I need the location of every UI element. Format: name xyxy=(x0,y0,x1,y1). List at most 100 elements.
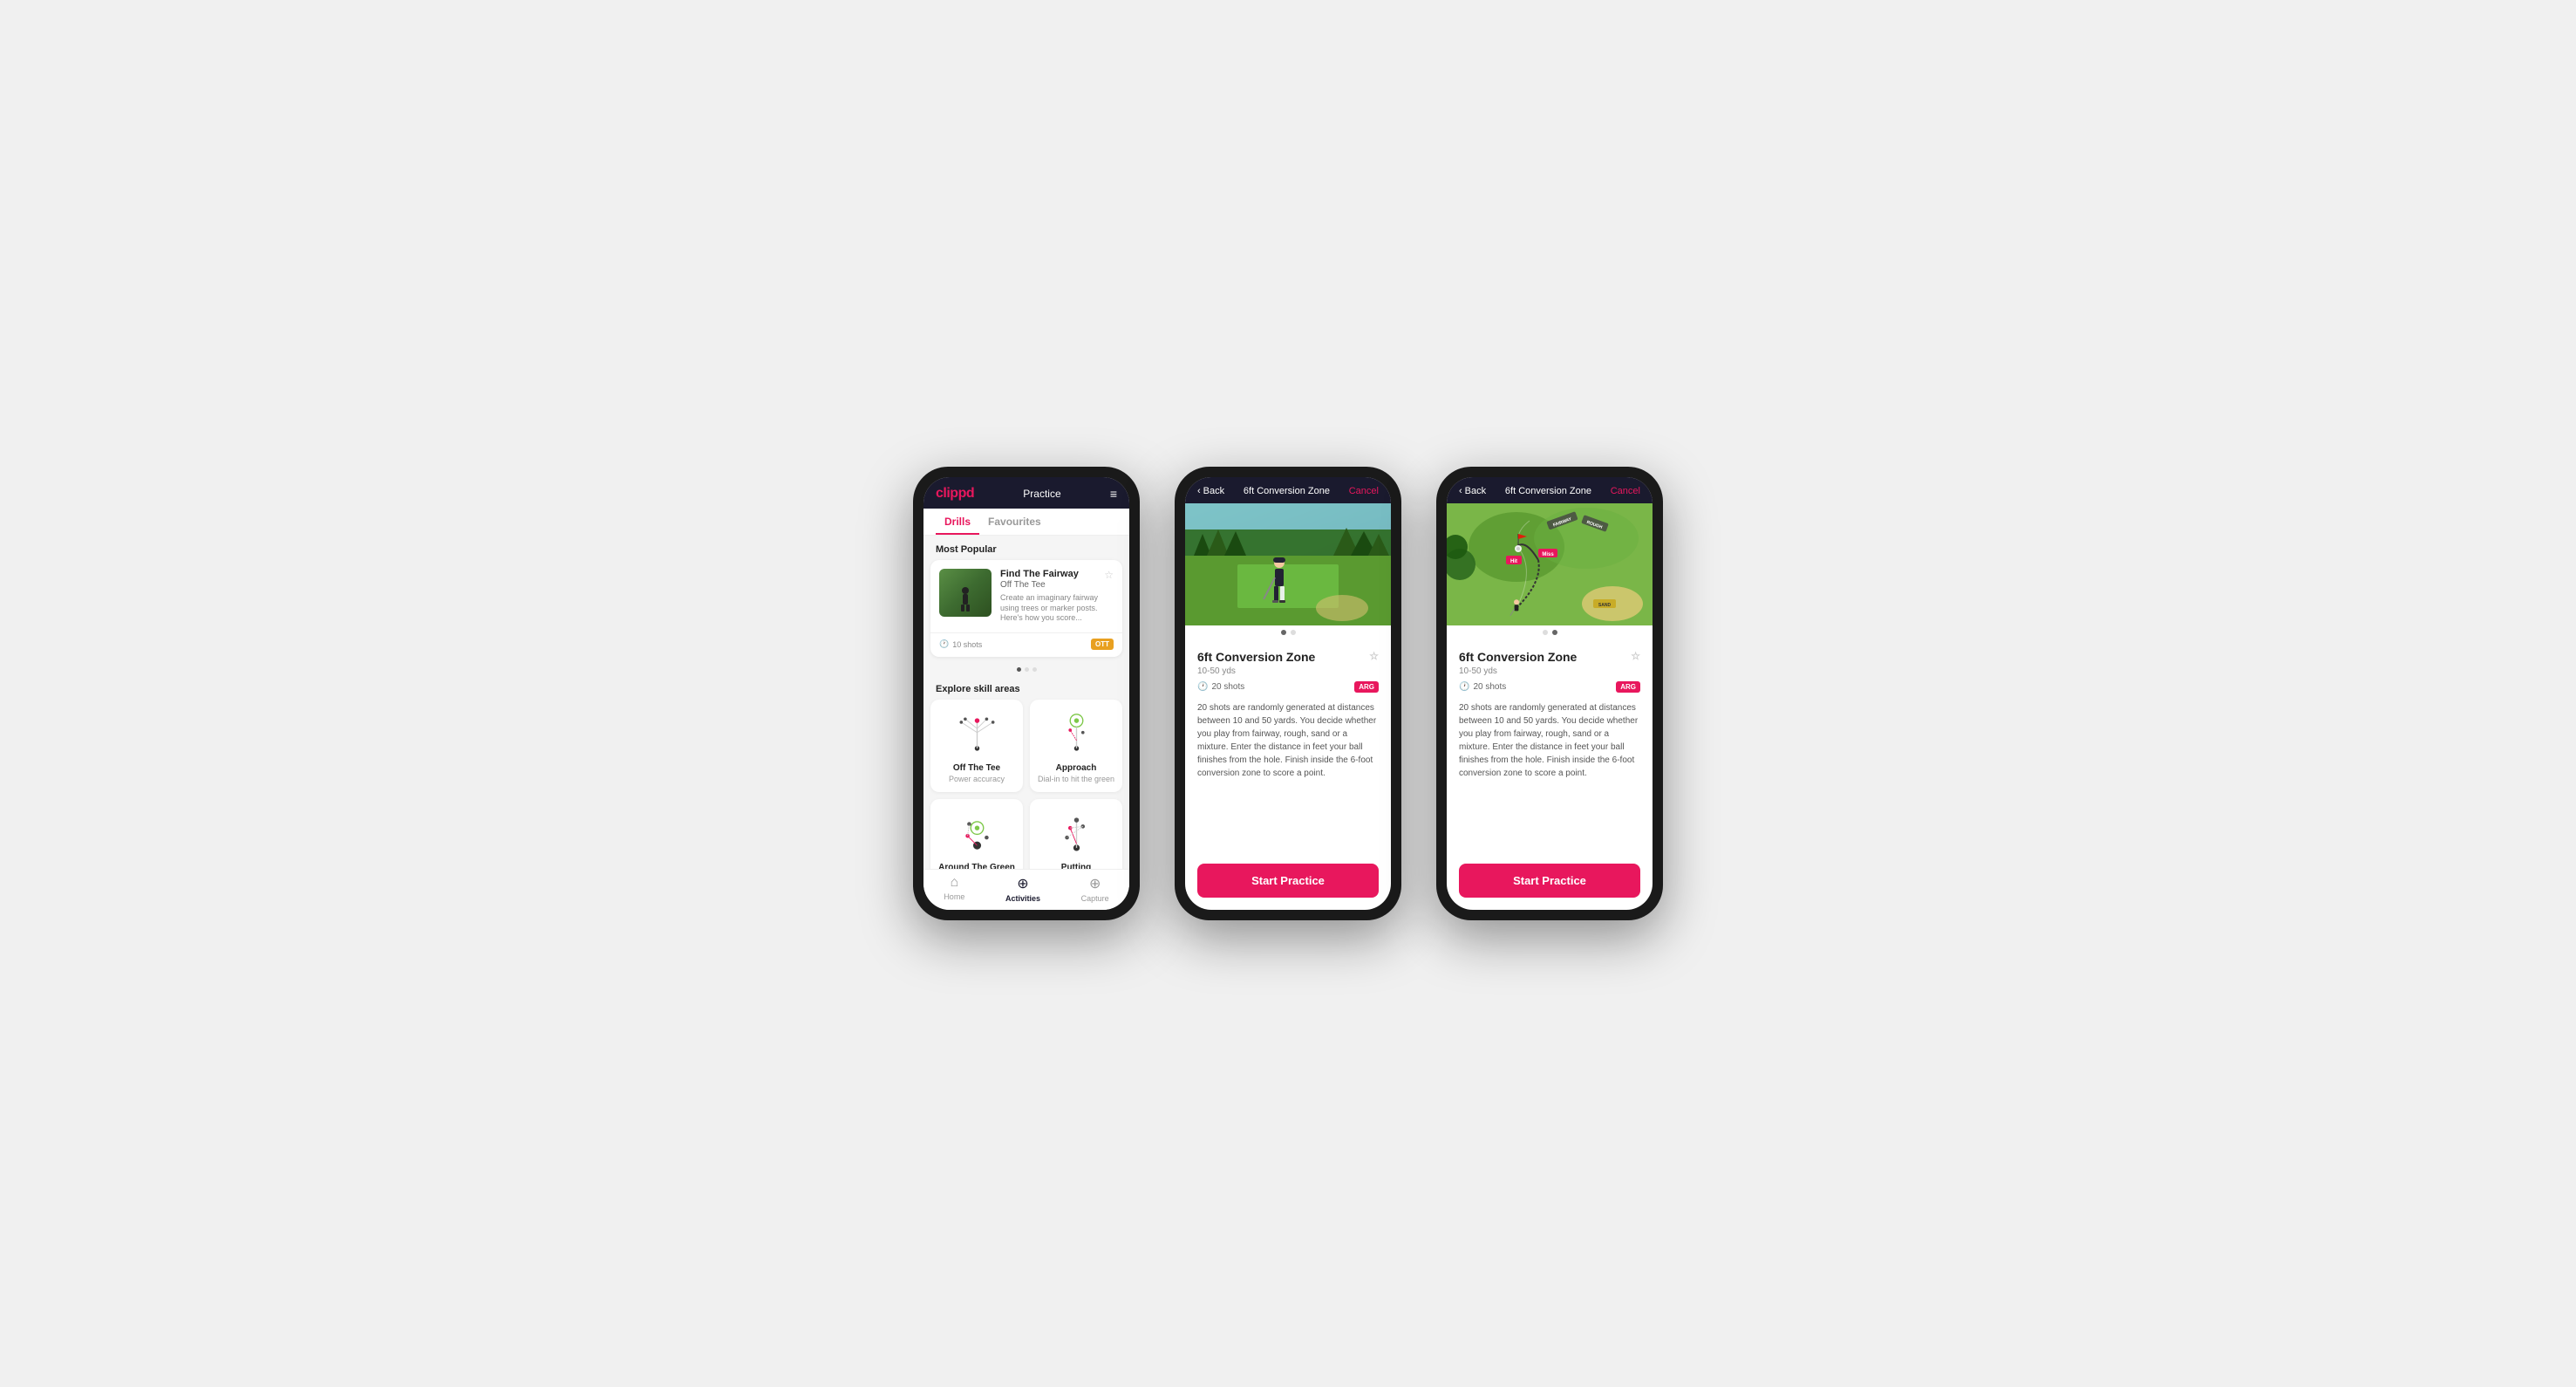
featured-info: Find The Fairway Off The Tee ☆ Create an… xyxy=(1000,569,1114,624)
favourite-star-icon[interactable]: ☆ xyxy=(1104,569,1114,581)
nav-capture[interactable]: ⊕ Capture xyxy=(1081,875,1109,903)
back-chevron-icon-3: ‹ xyxy=(1459,486,1462,496)
shots-count: 10 shots xyxy=(952,640,982,649)
approach-icon-area xyxy=(1050,710,1102,758)
atg-name: Around The Green xyxy=(938,863,1015,869)
clock-icon-3: 🕐 xyxy=(1459,682,1469,692)
back-button-2[interactable]: ‹ Back xyxy=(1197,486,1224,496)
detail-body-2: 6ft Conversion Zone ☆ 10-50 yds 🕐 20 sho… xyxy=(1185,639,1391,790)
home-icon: ⌂ xyxy=(950,875,958,891)
most-popular-label: Most Popular xyxy=(923,536,1129,560)
putting-icon xyxy=(1053,812,1101,856)
featured-desc: Create an imaginary fairway using trees … xyxy=(1000,593,1114,624)
activities-icon: ⊕ xyxy=(1017,875,1028,892)
putting-icon-area xyxy=(1050,810,1102,857)
drill-shots-2: 🕐 20 shots xyxy=(1197,682,1244,692)
menu-icon[interactable]: ≡ xyxy=(1110,487,1117,501)
detail-title-3: 6ft Conversion Zone xyxy=(1505,486,1591,496)
drill-name-2: 6ft Conversion Zone ☆ xyxy=(1197,650,1379,664)
ott-icon-area xyxy=(951,710,1003,758)
ott-icon xyxy=(953,713,1001,756)
featured-card-inner: Find The Fairway Off The Tee ☆ Create an… xyxy=(930,560,1122,632)
back-button-3[interactable]: ‹ Back xyxy=(1459,486,1486,496)
app-logo: clippd xyxy=(936,486,974,502)
favourite-icon-3[interactable]: ☆ xyxy=(1631,650,1640,662)
app-header: clippd Practice ≡ xyxy=(923,477,1129,509)
cancel-button-3[interactable]: Cancel xyxy=(1611,486,1640,496)
atg-icon xyxy=(953,812,1001,856)
detail-title-2: 6ft Conversion Zone xyxy=(1244,486,1330,496)
favourite-icon-2[interactable]: ☆ xyxy=(1369,650,1379,662)
drill-yds-3: 10-50 yds xyxy=(1459,666,1640,676)
img-dot-3-2 xyxy=(1552,630,1557,635)
image-dots-3 xyxy=(1447,625,1653,639)
back-label-3: Back xyxy=(1465,486,1486,496)
image-dots-2 xyxy=(1185,625,1391,639)
featured-image xyxy=(939,569,992,617)
drill-desc-2: 20 shots are randomly generated at dista… xyxy=(1197,701,1379,780)
detail-content-3: 6ft Conversion Zone ☆ 10-50 yds 🕐 20 sho… xyxy=(1447,639,1653,855)
carousel-dots xyxy=(923,664,1129,675)
phone-3: ‹ Back 6ft Conversion Zone Cancel xyxy=(1436,467,1663,920)
golf-photo-svg xyxy=(1185,503,1391,625)
bottom-nav: ⌂ Home ⊕ Activities ⊕ Capture xyxy=(923,869,1129,910)
skill-card-approach[interactable]: Approach Dial-in to hit the green xyxy=(1030,700,1122,792)
drill-desc-3: 20 shots are randomly generated at dista… xyxy=(1459,701,1640,780)
shots-text-3: 20 shots xyxy=(1473,682,1506,692)
shots-text-2: 20 shots xyxy=(1211,682,1244,692)
detail-content-2: 6ft Conversion Zone ☆ 10-50 yds 🕐 20 sho… xyxy=(1185,639,1391,855)
clock-icon: 🕐 xyxy=(939,639,949,649)
featured-subtitle: Off The Tee xyxy=(1000,580,1079,590)
start-practice-button-3[interactable]: Start Practice xyxy=(1459,864,1640,898)
img-dot-1 xyxy=(1281,630,1286,635)
nav-activities[interactable]: ⊕ Activities xyxy=(1005,875,1040,903)
skill-card-ott[interactable]: Off The Tee Power accuracy xyxy=(930,700,1023,792)
detail-header-2: ‹ Back 6ft Conversion Zone Cancel xyxy=(1185,477,1391,503)
featured-card[interactable]: Find The Fairway Off The Tee ☆ Create an… xyxy=(930,560,1122,657)
shots-row-3: 🕐 20 shots ARG xyxy=(1459,681,1640,693)
nav-home[interactable]: ⌂ Home xyxy=(944,875,964,903)
content-area: Most Popular xyxy=(923,536,1129,869)
atg-icon-area xyxy=(951,810,1003,857)
svg-text:SAND: SAND xyxy=(1598,603,1612,608)
clock-icon-2: 🕐 xyxy=(1197,682,1208,692)
phone-2-screen: ‹ Back 6ft Conversion Zone Cancel xyxy=(1185,477,1391,910)
arg-badge-2: ARG xyxy=(1354,681,1379,693)
tabs-row: Drills Favourites xyxy=(923,509,1129,536)
drill-yds-2: 10-50 yds xyxy=(1197,666,1379,676)
img-dot-3-1 xyxy=(1543,630,1548,635)
phone-2: ‹ Back 6ft Conversion Zone Cancel xyxy=(1175,467,1401,920)
svg-text:Hit: Hit xyxy=(1510,559,1517,564)
card-footer: 🕐 10 shots OTT xyxy=(930,632,1122,657)
tab-favourites[interactable]: Favourites xyxy=(979,509,1050,535)
nav-home-label: Home xyxy=(944,892,964,901)
drill-shots-3: 🕐 20 shots xyxy=(1459,682,1506,692)
drill-name-text-3: 6ft Conversion Zone xyxy=(1459,650,1577,664)
page-title: Practice xyxy=(1023,488,1060,500)
tab-drills[interactable]: Drills xyxy=(936,509,979,535)
dot-3 xyxy=(1032,667,1037,672)
nav-activities-label: Activities xyxy=(1005,894,1040,903)
dot-2 xyxy=(1025,667,1029,672)
cancel-button-2[interactable]: Cancel xyxy=(1349,486,1379,496)
approach-name: Approach xyxy=(1056,763,1097,773)
skill-card-atg[interactable]: Around The Green Hone your short game xyxy=(930,799,1023,869)
back-label-2: Back xyxy=(1203,486,1224,496)
img-dot-2 xyxy=(1291,630,1296,635)
golf-map-svg: Hit Miss FAIRWAY ROUGH SAND xyxy=(1447,503,1653,625)
skill-card-putting[interactable]: Putting Make and lag practice xyxy=(1030,799,1122,869)
detail-map: Hit Miss FAIRWAY ROUGH SAND xyxy=(1447,503,1653,625)
capture-icon: ⊕ xyxy=(1089,875,1101,892)
start-practice-button-2[interactable]: Start Practice xyxy=(1197,864,1379,898)
ott-name: Off The Tee xyxy=(953,763,1000,773)
detail-header-3: ‹ Back 6ft Conversion Zone Cancel xyxy=(1447,477,1653,503)
approach-icon xyxy=(1053,713,1101,756)
detail-body-3: 6ft Conversion Zone ☆ 10-50 yds 🕐 20 sho… xyxy=(1447,639,1653,790)
detail-photo xyxy=(1185,503,1391,625)
nav-capture-label: Capture xyxy=(1081,894,1109,903)
shots-row-2: 🕐 20 shots ARG xyxy=(1197,681,1379,693)
ott-badge: OTT xyxy=(1091,639,1114,650)
phone-1-screen: clippd Practice ≡ Drills Favourites Most… xyxy=(923,477,1129,910)
skill-grid: Off The Tee Power accuracy xyxy=(923,700,1129,869)
back-chevron-icon-2: ‹ xyxy=(1197,486,1201,496)
